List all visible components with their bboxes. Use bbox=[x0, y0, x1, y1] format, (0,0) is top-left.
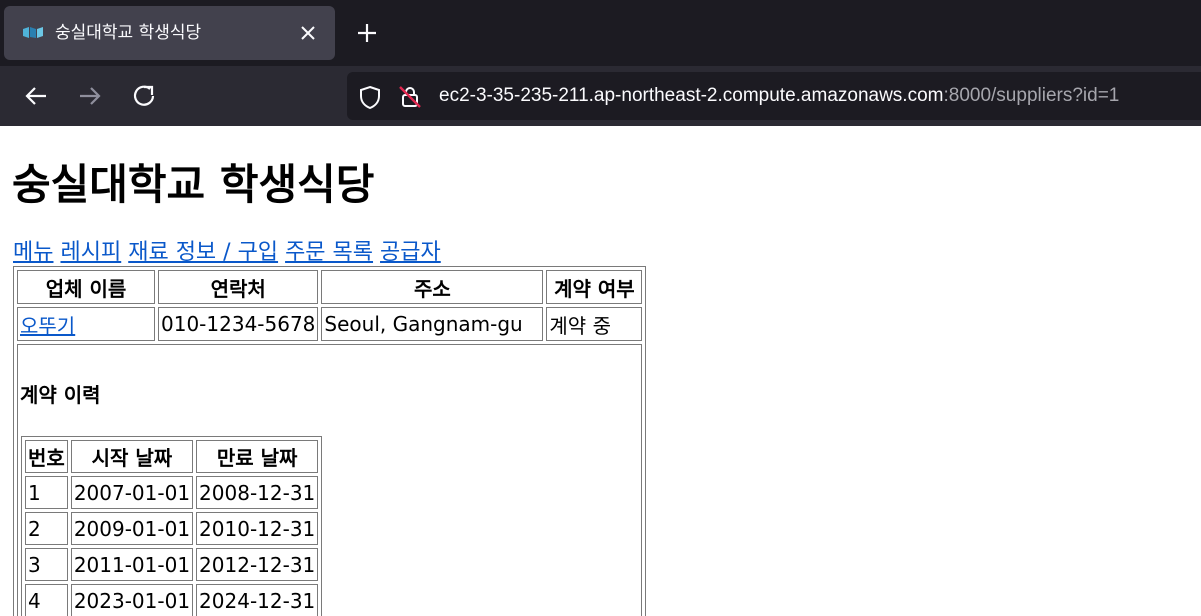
page-title: 숭실대학교 학생식당 bbox=[12, 160, 375, 209]
history-title: 계약 이력 bbox=[20, 383, 101, 407]
table-row: 4 2023-01-01 2024-12-31 bbox=[25, 584, 319, 616]
table-header-row: 업체 이름 연락처 주소 계약 여부 bbox=[17, 270, 643, 304]
back-arrow-icon[interactable] bbox=[20, 80, 52, 112]
browser-tab-bar: 숭실대학교 학생식당 bbox=[0, 0, 1201, 66]
nav-link-menu[interactable]: 메뉴 bbox=[13, 240, 53, 265]
header-number: 번호 bbox=[25, 440, 68, 473]
close-icon[interactable] bbox=[294, 19, 322, 47]
history-row: 계약 이력 번호 시작 날짜 만료 날짜 1 2007-01-01 2008-1… bbox=[17, 344, 643, 616]
table-row: 2 2009-01-01 2010-12-31 bbox=[25, 512, 319, 545]
forward-arrow-icon[interactable] bbox=[74, 80, 106, 112]
url-host: ec2-3-35-235-211.ap-northeast-2.compute.… bbox=[439, 85, 944, 106]
history-number: 2 bbox=[25, 512, 68, 545]
nav-link-orders[interactable]: 주문 목록 bbox=[285, 240, 373, 265]
history-number: 3 bbox=[25, 548, 68, 581]
active-tab[interactable]: 숭실대학교 학생식당 bbox=[4, 6, 335, 60]
supplier-name-link[interactable]: 오뚜기 bbox=[20, 314, 75, 338]
url-path: :8000/suppliers?id=1 bbox=[943, 85, 1120, 106]
supplier-address: Seoul, Gangnam-gu bbox=[321, 307, 544, 341]
header-start-date: 시작 날짜 bbox=[70, 440, 194, 473]
history-start: 2011-01-01 bbox=[70, 548, 194, 581]
history-start: 2023-01-01 bbox=[70, 584, 194, 616]
supplier-name-cell: 오뚜기 bbox=[17, 307, 155, 341]
table-row: 1 2007-01-01 2008-12-31 bbox=[25, 476, 319, 509]
insecure-lock-icon[interactable] bbox=[397, 84, 423, 110]
nav-link-suppliers[interactable]: 공급자 bbox=[380, 240, 441, 265]
shield-icon[interactable] bbox=[357, 84, 383, 110]
header-status: 계약 여부 bbox=[546, 270, 643, 304]
url-text[interactable]: ec2-3-35-235-211.ap-northeast-2.compute.… bbox=[439, 72, 1119, 120]
contract-history-table: 번호 시작 날짜 만료 날짜 1 2007-01-01 2008-12-31 2… bbox=[21, 436, 323, 616]
history-end: 2008-12-31 bbox=[196, 476, 319, 509]
header-address: 주소 bbox=[321, 270, 544, 304]
history-number: 4 bbox=[25, 584, 68, 616]
nav-link-recipe[interactable]: 레시피 bbox=[60, 240, 121, 265]
header-contact: 연락처 bbox=[158, 270, 319, 304]
url-bar[interactable]: ec2-3-35-235-211.ap-northeast-2.compute.… bbox=[347, 72, 1201, 120]
history-end: 2012-12-31 bbox=[196, 548, 319, 581]
history-end: 2024-12-31 bbox=[196, 584, 319, 616]
supplier-contact: 010-1234-5678 bbox=[158, 307, 319, 341]
plus-icon[interactable] bbox=[352, 18, 382, 48]
table-row: 오뚜기 010-1234-5678 Seoul, Gangnam-gu 계약 중 bbox=[17, 307, 643, 341]
history-cell: 계약 이력 번호 시작 날짜 만료 날짜 1 2007-01-01 2008-1… bbox=[17, 344, 643, 616]
history-start: 2009-01-01 bbox=[70, 512, 194, 545]
history-end: 2010-12-31 bbox=[196, 512, 319, 545]
site-nav: 메뉴 레시피 재료 정보 / 구입 주문 목록 공급자 bbox=[13, 238, 441, 268]
history-header-row: 번호 시작 날짜 만료 날짜 bbox=[25, 440, 319, 473]
suppliers-table: 업체 이름 연락처 주소 계약 여부 오뚜기 010-1234-5678 Seo… bbox=[13, 266, 647, 616]
favicon bbox=[23, 27, 43, 38]
supplier-status: 계약 중 bbox=[546, 307, 643, 341]
history-number: 1 bbox=[25, 476, 68, 509]
nav-link-ingredients[interactable]: 재료 정보 / 구입 bbox=[128, 240, 278, 265]
browser-nav-bar: ec2-3-35-235-211.ap-northeast-2.compute.… bbox=[0, 66, 1201, 126]
table-row: 3 2011-01-01 2012-12-31 bbox=[25, 548, 319, 581]
header-name: 업체 이름 bbox=[17, 270, 155, 304]
header-end-date: 만료 날짜 bbox=[196, 440, 319, 473]
reload-icon[interactable] bbox=[128, 80, 160, 112]
page-content: 숭실대학교 학생식당 메뉴 레시피 재료 정보 / 구입 주문 목록 공급자 업… bbox=[0, 126, 1201, 616]
history-start: 2007-01-01 bbox=[70, 476, 194, 509]
tab-title: 숭실대학교 학생식당 bbox=[55, 23, 202, 43]
